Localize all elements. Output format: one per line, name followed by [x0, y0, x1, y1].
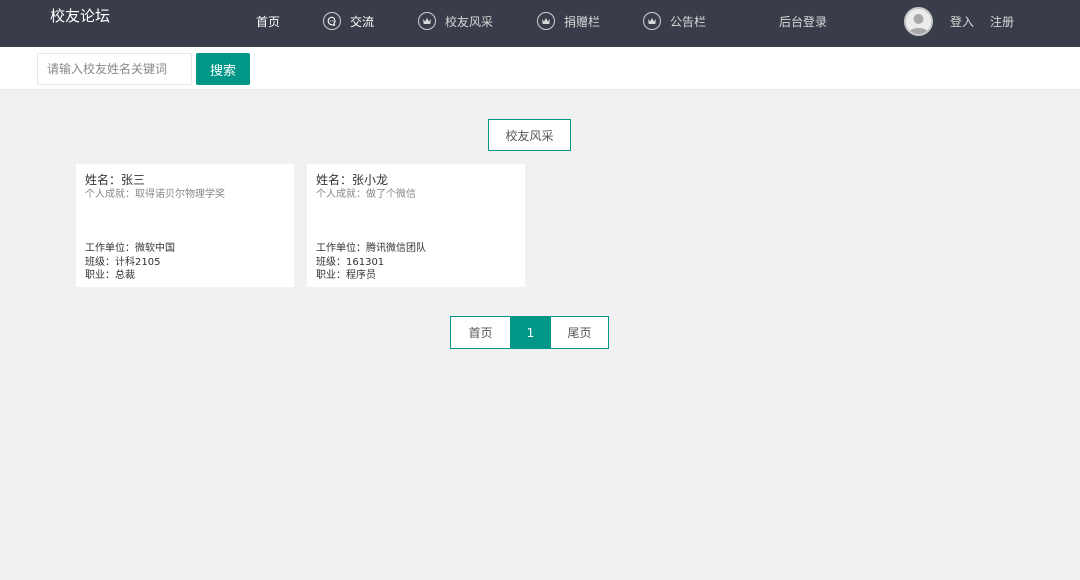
nav-admin-login-label: 后台登录 [779, 14, 828, 29]
search-button[interactable]: 搜索 [196, 53, 250, 85]
alumni-class: 班级：计科2105 [85, 256, 161, 268]
nav-donation-label: 捐赠栏 [564, 14, 601, 29]
alumni-achievement: 个人成就：做了个微信 [316, 189, 416, 200]
register-label: 注册 [990, 14, 1015, 29]
login-link[interactable]: 登入 [950, 10, 974, 32]
nav-exchange[interactable]: 交流 [323, 10, 374, 32]
nav-admin-login[interactable]: 后台登录 [779, 10, 827, 32]
nav-home[interactable]: 首页 [256, 10, 280, 32]
nav-exchange-label: 交流 [350, 14, 375, 29]
alumni-card[interactable]: 姓名：张三 个人成就：取得诺贝尔物理学奖 工作单位：微软中国 班级：计科2105… [76, 164, 294, 287]
nav-donation[interactable]: 捐赠栏 [537, 10, 600, 32]
nav-announcements-label: 公告栏 [670, 14, 707, 29]
alumni-class: 班级：161301 [316, 256, 385, 268]
alumni-name: 姓名：张三 [85, 173, 146, 187]
alumni-job: 职业：总裁 [85, 270, 135, 281]
current-page-button[interactable]: 1 [510, 317, 551, 348]
alumni-workplace: 工作单位：腾讯微信团队 [316, 243, 426, 254]
crown-icon [537, 12, 555, 30]
pagination: 首页 1 尾页 [450, 316, 609, 349]
search-bar: 搜索 [0, 47, 1080, 90]
alumni-name: 姓名：张小龙 [316, 173, 389, 187]
nav-announcements[interactable]: 公告栏 [643, 10, 706, 32]
crown-icon [643, 12, 661, 30]
user-avatar-icon[interactable] [904, 7, 933, 36]
register-link[interactable]: 注册 [990, 10, 1014, 32]
section-title: 校友风采 [488, 119, 571, 151]
first-page-button[interactable]: 首页 [451, 317, 510, 348]
alumni-workplace: 工作单位：微软中国 [85, 243, 175, 254]
nav-alumni-showcase-label: 校友风采 [445, 14, 494, 29]
nav-alumni-showcase[interactable]: 校友风采 [418, 10, 493, 32]
crown-icon [418, 12, 436, 30]
nav-home-label: 首页 [256, 14, 281, 29]
login-label: 登入 [950, 14, 975, 29]
chat-bubble-icon [323, 12, 341, 30]
last-page-button[interactable]: 尾页 [551, 317, 608, 348]
top-navbar: 校友论坛 首页 交流 校友风采 捐赠栏 公告栏 后台登录 登入 注册 [0, 0, 1080, 47]
search-input[interactable] [37, 53, 192, 85]
alumni-card[interactable]: 姓名：张小龙 个人成就：做了个微信 工作单位：腾讯微信团队 班级：161301 … [307, 164, 525, 287]
site-brand[interactable]: 校友论坛 [50, 5, 110, 26]
alumni-achievement: 个人成就：取得诺贝尔物理学奖 [85, 189, 225, 200]
alumni-job: 职业：程序员 [316, 270, 376, 281]
